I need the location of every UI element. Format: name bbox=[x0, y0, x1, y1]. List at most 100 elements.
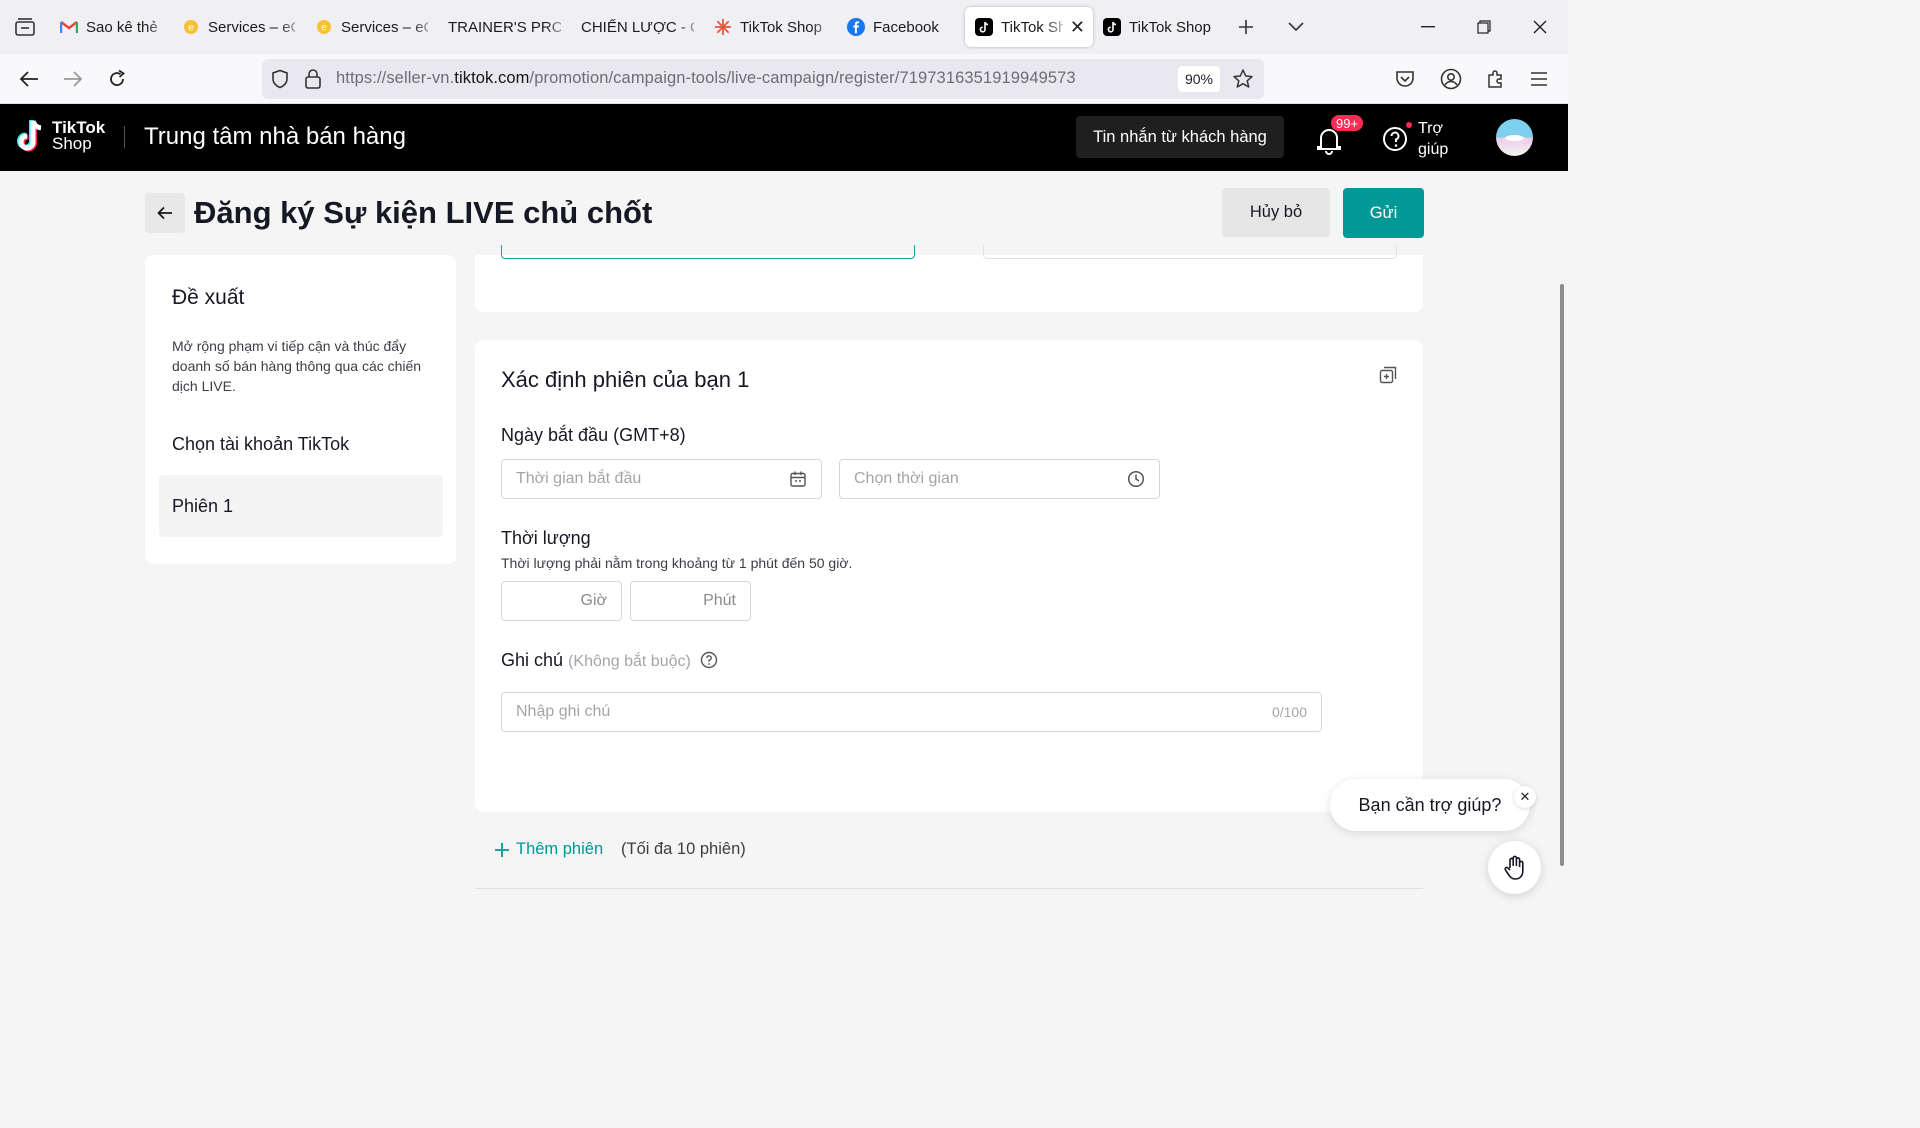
gmail-icon bbox=[60, 18, 78, 36]
avatar[interactable] bbox=[1496, 119, 1533, 156]
browser-tab-chien-luoc[interactable]: CHIẾN LƯỢC - C bbox=[571, 7, 704, 47]
browser-tab-tiktok-shop-1[interactable]: TikTok Shop bbox=[704, 7, 837, 47]
reload-icon[interactable] bbox=[100, 62, 134, 96]
help-chat-button[interactable] bbox=[1488, 841, 1541, 894]
bookmark-star-icon[interactable] bbox=[1232, 68, 1254, 95]
url-text[interactable]: https://seller-vn.tiktok.com/promotion/c… bbox=[336, 69, 1076, 88]
arrow-left-icon bbox=[157, 206, 172, 220]
sun-icon bbox=[714, 18, 732, 36]
tiktok-shop-logo[interactable]: TikTok Shop bbox=[16, 118, 105, 154]
sidebar-panel: Đề xuất Mở rộng phạm vi tiếp cận và thúc… bbox=[145, 255, 456, 564]
duration-hint: Thời lượng phải nằm trong khoảng từ 1 ph… bbox=[501, 555, 853, 571]
session-limit-note: (Tối đa 10 phiên) bbox=[621, 840, 746, 858]
submit-button[interactable]: Gửi bbox=[1343, 188, 1424, 238]
add-session-label: Thêm phiên bbox=[516, 840, 604, 858]
tab-title: TikTok Shop bbox=[740, 18, 822, 36]
account-icon[interactable] bbox=[1434, 62, 1468, 96]
browser-tab-tiktok-active[interactable]: TikTok Sh ✕ bbox=[965, 7, 1093, 47]
extensions-icon[interactable] bbox=[1478, 62, 1512, 96]
tab-title: TikTok Shop bbox=[1129, 18, 1211, 36]
browser-tab-gmail[interactable]: Sao kê thẻ tí bbox=[50, 7, 172, 47]
help-menu[interactable]: Trợ giúp bbox=[1382, 118, 1458, 160]
seller-center-title: Trung tâm nhà bán hàng bbox=[144, 123, 406, 150]
sidebar-title: Đề xuất bbox=[172, 286, 245, 309]
section-divider bbox=[475, 888, 1423, 889]
zoom-level[interactable]: 90% bbox=[1177, 66, 1220, 92]
chevron-down-icon[interactable] bbox=[1271, 0, 1321, 54]
close-tab-icon[interactable]: ✕ bbox=[1070, 17, 1085, 38]
start-date-input[interactable]: Thời gian bắt đầu bbox=[501, 459, 822, 499]
forward-arrow-icon[interactable] bbox=[56, 62, 90, 96]
note-input[interactable]: Nhập ghi chú 0/100 bbox=[501, 692, 1322, 732]
ecom-icon: e bbox=[182, 18, 200, 36]
window-close-icon[interactable] bbox=[1512, 0, 1568, 54]
svg-text:e: e bbox=[321, 23, 327, 34]
page-title: Đăng ký Sự kiện LIVE chủ chốt bbox=[194, 195, 653, 230]
secondary-field[interactable] bbox=[983, 245, 1397, 259]
duplicate-icon[interactable] bbox=[1379, 366, 1397, 384]
note-char-counter: 0/100 bbox=[1271, 704, 1307, 720]
note-placeholder: Nhập ghi chú bbox=[516, 703, 611, 720]
browser-tab-services-2[interactable]: e Services – eC bbox=[305, 7, 438, 47]
tiktok-icon bbox=[975, 18, 993, 36]
tab-list-icon[interactable] bbox=[0, 0, 50, 54]
tiktok-icon bbox=[1103, 18, 1121, 36]
note-label-text: Ghi chú bbox=[501, 650, 564, 670]
account-select-field[interactable] bbox=[501, 245, 915, 259]
minimize-icon[interactable] bbox=[1400, 0, 1456, 54]
start-time-input[interactable]: Chọn thời gian bbox=[839, 459, 1160, 499]
customer-messages-button[interactable]: Tin nhắn từ khách hàng bbox=[1076, 116, 1284, 158]
header-divider bbox=[124, 126, 125, 148]
sidebar-item-choose-account[interactable]: Chọn tài khoản TikTok bbox=[159, 413, 443, 475]
url-bar[interactable]: https://seller-vn.tiktok.com/promotion/c… bbox=[262, 59, 1264, 99]
help-question-icon bbox=[1383, 127, 1407, 151]
plus-icon bbox=[495, 842, 509, 857]
note-label: Ghi chú (Không bắt buộc) bbox=[501, 650, 718, 674]
previous-section-panel bbox=[475, 245, 1423, 312]
session-title: Xác định phiên của bạn 1 bbox=[501, 367, 750, 392]
tab-title: Facebook bbox=[873, 18, 939, 36]
pocket-icon[interactable] bbox=[1388, 62, 1422, 96]
browser-tab-trainer[interactable]: TRAINER'S PROF bbox=[438, 7, 571, 47]
info-question-icon[interactable] bbox=[700, 651, 718, 674]
duration-minutes-input[interactable]: Phút bbox=[630, 581, 751, 621]
brand-subname: Shop bbox=[52, 134, 92, 153]
seller-header: TikTok Shop Trung tâm nhà bán hàng Tin nh… bbox=[0, 104, 1568, 171]
browser-nav-bar: https://seller-vn.tiktok.com/promotion/c… bbox=[0, 54, 1568, 104]
page-back-button[interactable] bbox=[145, 193, 185, 233]
tiktok-logo-icon bbox=[17, 120, 42, 152]
help-bubble[interactable]: Bạn cần trợ giúp? bbox=[1330, 779, 1530, 831]
notification-count-badge: 99+ bbox=[1330, 114, 1365, 132]
lock-icon[interactable] bbox=[304, 68, 322, 94]
duration-hours-input[interactable]: Giờ bbox=[501, 581, 622, 621]
session-panel: Xác định phiên của bạn 1 Ngày bắt đầu (G… bbox=[475, 340, 1423, 812]
duration-label: Thời lượng bbox=[501, 528, 591, 548]
svg-text:e: e bbox=[188, 23, 194, 34]
facebook-icon bbox=[847, 18, 865, 36]
browser-tab-facebook[interactable]: Facebook bbox=[837, 7, 965, 47]
clock-icon[interactable] bbox=[1127, 470, 1145, 488]
menu-icon[interactable] bbox=[1522, 62, 1556, 96]
calendar-icon[interactable] bbox=[789, 470, 807, 488]
page-scrollbar[interactable] bbox=[1560, 284, 1564, 866]
shield-icon[interactable] bbox=[270, 69, 290, 94]
hand-wave-icon bbox=[1503, 855, 1524, 880]
cancel-button[interactable]: Hủy bỏ bbox=[1222, 188, 1330, 237]
help-label-line1: Trợ bbox=[1418, 120, 1443, 137]
browser-tab-services-1[interactable]: e Services – eC bbox=[172, 7, 305, 47]
browser-tab-tiktok-shop-2[interactable]: TikTok Shop bbox=[1093, 7, 1221, 47]
new-tab-icon[interactable] bbox=[1221, 0, 1271, 54]
ecom-icon: e bbox=[315, 18, 333, 36]
sidebar-description: Mở rộng phạm vi tiếp cận và thúc đẩy doa… bbox=[172, 338, 422, 394]
help-notification-dot bbox=[1406, 122, 1412, 128]
sidebar-item-session-1[interactable]: Phiên 1 bbox=[159, 475, 443, 537]
restore-icon[interactable] bbox=[1456, 0, 1512, 54]
back-arrow-icon[interactable] bbox=[12, 62, 46, 96]
start-date-placeholder: Thời gian bắt đầu bbox=[516, 470, 642, 487]
help-bubble-close-icon[interactable]: ✕ bbox=[1514, 786, 1536, 808]
start-time-placeholder: Chọn thời gian bbox=[854, 470, 959, 487]
add-session-button[interactable]: Thêm phiên bbox=[494, 840, 603, 859]
note-optional-text: (Không bắt buộc) bbox=[568, 653, 691, 670]
browser-tab-bar: Sao kê thẻ tí e Services – eC e Services… bbox=[0, 0, 1568, 54]
start-date-label: Ngày bắt đầu (GMT+8) bbox=[501, 425, 686, 445]
